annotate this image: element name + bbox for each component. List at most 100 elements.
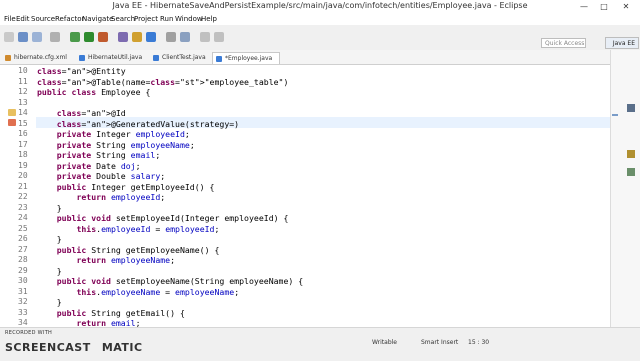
line-number: 20 [18,171,28,180]
print-icon[interactable] [50,32,60,42]
line-number: 25 [18,223,28,233]
menu-edit[interactable]: Edit [16,15,30,23]
maximize-button[interactable]: □ [596,0,612,14]
tab-label: ClientTest.java [162,54,206,61]
line-number: 27 [18,244,28,254]
tab-label: hibernate.cfg.xml [14,54,67,61]
screencast-watermark: RECORDED WITH SCREENCAST MATIC [5,330,143,355]
tab-hibernate-util[interactable]: HibernateUtil.java [76,52,146,64]
line-number: 23 [18,202,28,212]
tab-employee[interactable]: *Employee.java [212,52,280,64]
code-editor[interactable]: 10 class="an">@Entity 11 class="an">@Table(… [0,65,610,328]
run-icon[interactable] [84,32,94,42]
code-line[interactable]: class="an">@Table(name=class="st">"emplo… [37,77,288,87]
line-number: 30 [18,276,28,285]
code-line[interactable]: return employeeName; [37,255,175,265]
line-number: 10 [18,66,28,75]
code-line[interactable]: class="an">@GeneratedValue(strategy=) [37,119,239,129]
line-number: 22 [18,192,28,201]
menu-run[interactable]: Run [160,15,173,23]
scrollbar-thumb[interactable] [612,114,618,116]
line-number: 34 [18,318,28,327]
menu-source[interactable]: Source [31,15,55,23]
task-list-icon[interactable] [627,150,635,158]
back-icon[interactable] [200,32,210,42]
status-cursor-position: 15 : 30 [468,339,490,346]
external-tools-icon[interactable] [98,32,108,42]
search-icon[interactable] [180,32,190,42]
overview-ruler[interactable] [610,50,640,327]
save-icon[interactable] [18,32,28,42]
line-number: 13 [18,97,28,107]
code-line[interactable]: public String getEmail() { [37,308,185,318]
code-line[interactable]: class="an">@Entity [37,66,126,76]
xml-file-icon [5,55,11,61]
line-number: 21 [18,181,28,191]
line-number: 14 [18,108,28,117]
quick-access-input[interactable]: Quick Access [541,38,586,48]
line-number: 24 [18,213,28,222]
forward-icon[interactable] [214,32,224,42]
menu-search[interactable]: Search [111,15,135,23]
code-line[interactable]: public Integer getEmployeeId() { [37,182,215,192]
code-line[interactable]: private String email; [37,150,161,160]
code-line[interactable]: class="an">@Id [37,108,126,118]
java-file-icon [79,55,85,61]
line-number: 29 [18,265,28,275]
line-number: 28 [18,255,28,264]
code-line[interactable]: } [37,234,62,244]
window-title: Java EE - HibernateSaveAndPersistExample… [112,1,528,10]
tab-label: *Employee.java [225,55,273,62]
code-line[interactable]: public void setEmployeeId(Integer employ… [37,213,289,223]
code-line[interactable]: public class Employee { [37,87,150,97]
line-number: 16 [18,129,28,138]
minimize-button[interactable]: — [576,0,592,14]
warning-marker-icon[interactable] [8,109,16,116]
code-line[interactable]: public void setEmployeeName(String emplo… [37,276,303,286]
java-file-icon [153,55,159,61]
code-line[interactable]: this.employeeName = employeeName; [37,287,239,297]
new-class-icon[interactable] [146,32,156,42]
line-number: 15 [18,118,28,128]
code-line[interactable]: } [37,266,62,276]
perspective-java-ee-button[interactable]: Java EE [605,37,639,49]
line-number: 18 [18,150,28,159]
menu-bar: File Edit Source Refactor Navigate Searc… [0,14,640,25]
status-writable: Writable [372,339,397,346]
new-icon[interactable] [4,32,14,42]
line-number: 31 [18,286,28,296]
code-line[interactable]: private String employeeName; [37,140,195,150]
close-button[interactable]: ✕ [618,0,634,14]
code-line[interactable]: this.employeeId = employeeId; [37,224,219,234]
code-line[interactable]: } [37,203,62,213]
status-insert-mode: Smart Insert [421,339,459,346]
menu-window[interactable]: Window [175,15,203,23]
save-all-icon[interactable] [32,32,42,42]
line-number: 19 [18,160,28,170]
code-line[interactable]: private Integer employeeId; [37,129,190,139]
restore-icon[interactable] [627,104,635,112]
java-file-icon [216,56,222,62]
code-line[interactable]: private Double salary; [37,171,165,181]
tab-client-test[interactable]: ClientTest.java [150,52,212,64]
outline-icon[interactable] [627,168,635,176]
open-type-icon[interactable] [166,32,176,42]
new-java-project-icon[interactable] [118,32,128,42]
new-package-icon[interactable] [132,32,142,42]
menu-refactor[interactable]: Refactor [55,15,84,23]
line-number: 32 [18,297,28,306]
code-line[interactable]: return employeeId; [37,192,165,202]
tab-hibernate-cfg[interactable]: hibernate.cfg.xml [2,52,68,64]
menu-help[interactable]: Help [201,15,217,23]
watermark-line2: SCREENCAST [5,341,91,354]
code-line[interactable]: private Date doj; [37,161,141,171]
code-line[interactable]: public String getEmployeeName() { [37,245,220,255]
debug-icon[interactable] [70,32,80,42]
menu-project[interactable]: Project [134,15,158,23]
code-line[interactable]: } [37,297,62,307]
line-number: 26 [18,234,28,243]
tab-label: HibernateUtil.java [88,54,143,61]
menu-file[interactable]: File [4,15,16,23]
error-marker-icon[interactable] [8,119,16,126]
menu-navigate[interactable]: Navigate [82,15,113,23]
